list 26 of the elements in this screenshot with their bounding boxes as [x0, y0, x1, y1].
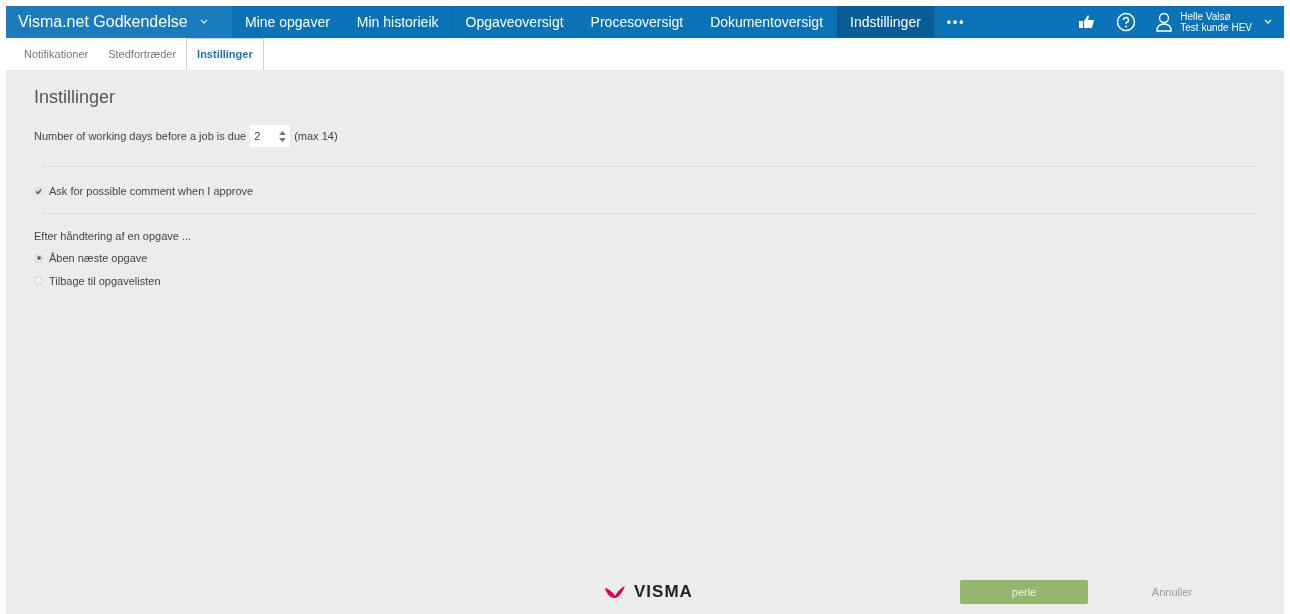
radio-button[interactable]: [34, 276, 43, 286]
chevron-down-icon[interactable]: [1264, 19, 1272, 25]
sub-tab[interactable]: Notifikationer: [14, 38, 99, 70]
radio-label: Tilbage til opgavelisten: [49, 273, 161, 289]
spinner-arrows-icon[interactable]: [279, 130, 287, 142]
thumbs-up-icon[interactable]: [1078, 14, 1097, 30]
page-heading: Instillinger: [34, 86, 117, 109]
checkbox-label: Ask for possible comment when I approve: [49, 184, 254, 199]
nav-tab[interactable]: Indstillinger: [837, 6, 935, 38]
app-switcher[interactable]: Visma.net Godkendelse: [6, 6, 232, 38]
group-label: Efter håndtering af en opgave ...: [34, 228, 193, 244]
sub-tab[interactable]: Stedfortræder: [98, 38, 187, 70]
user-name: Helle Valsø: [1180, 11, 1232, 22]
user-icon: [1156, 12, 1173, 32]
field-hint: (max 14): [294, 128, 338, 144]
logo-text: VISMA: [634, 581, 693, 604]
logo-icon: [604, 585, 626, 599]
radio-button[interactable]: [34, 253, 43, 263]
help-icon[interactable]: [1116, 12, 1137, 32]
more-menu[interactable]: •••: [934, 6, 978, 38]
chevron-down-icon: [199, 19, 208, 25]
number-spinner[interactable]: 2: [250, 125, 291, 147]
checkbox[interactable]: [34, 186, 43, 196]
user-company: Test kunde HEV: [1180, 22, 1252, 33]
radio-label: Åben næste opgave: [49, 251, 148, 266]
field-label: Number of working days before a job is due: [34, 128, 247, 144]
